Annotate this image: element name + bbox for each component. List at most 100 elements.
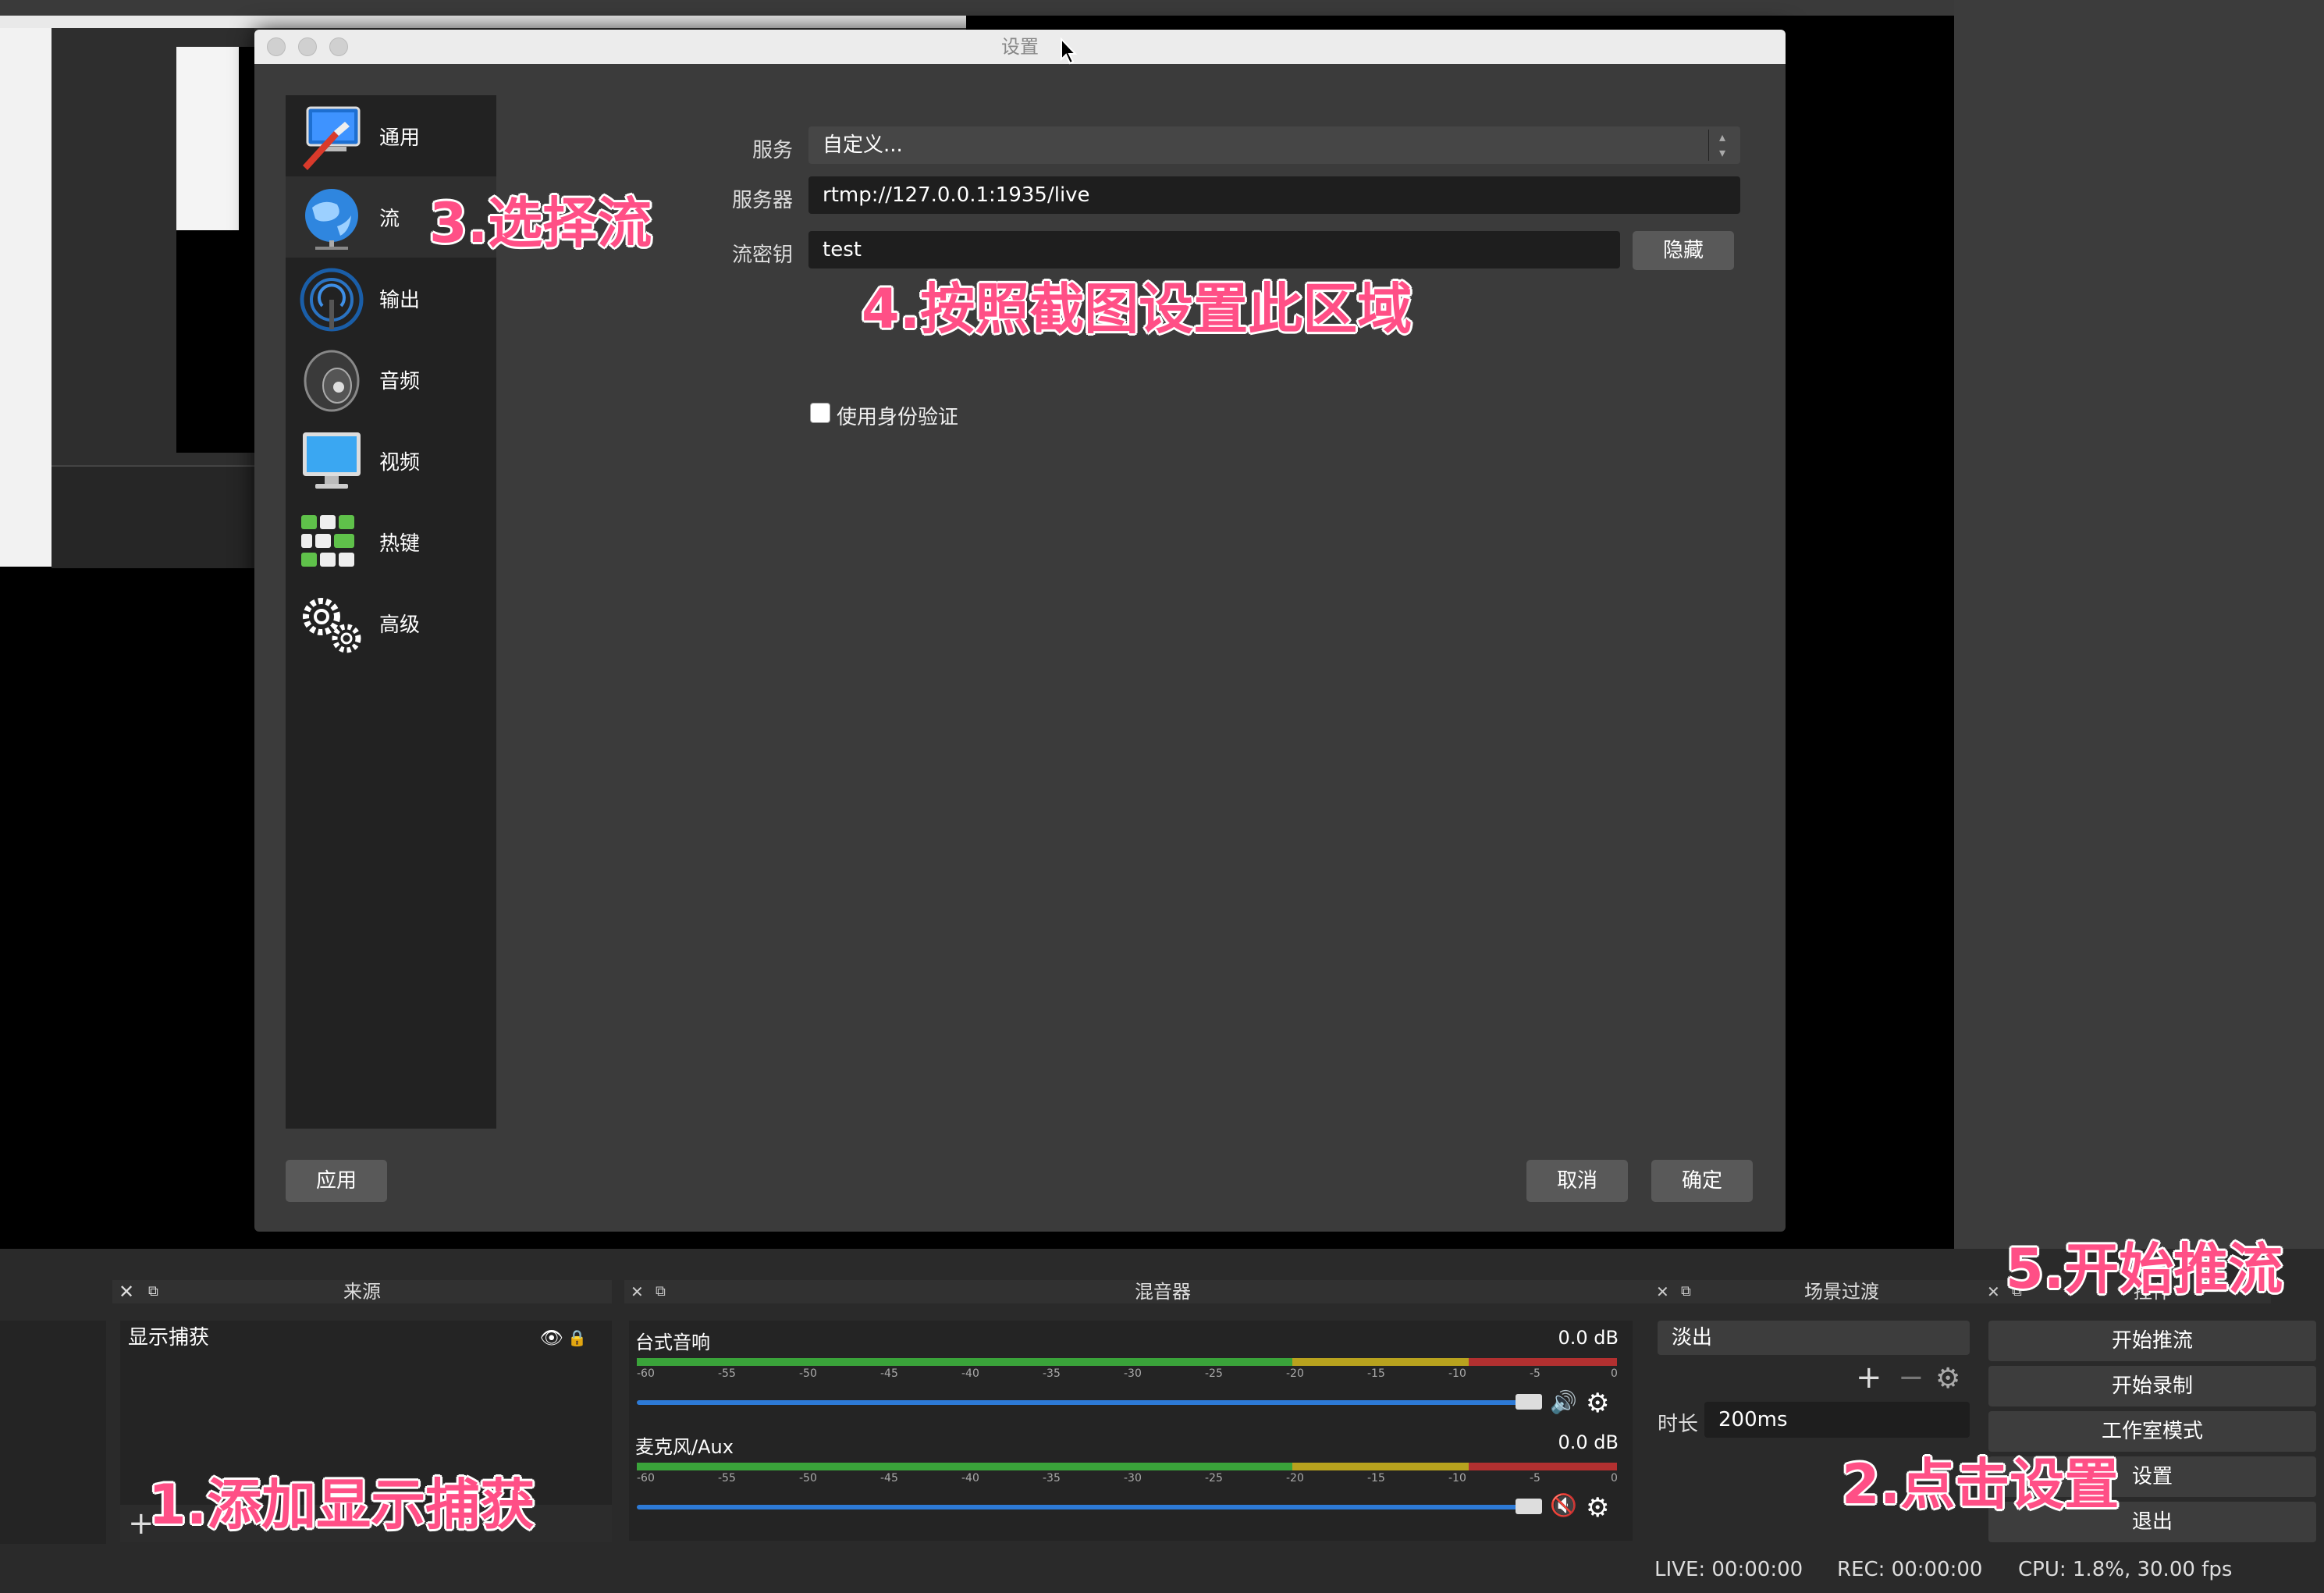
apply-button[interactable]: 应用 [286,1160,387,1202]
stream-key-input[interactable]: test [808,231,1620,268]
scale-tick: -30 [1124,1367,1142,1380]
scenes-dock [0,1321,106,1544]
volume-slider-handle[interactable] [1516,1499,1542,1514]
scale-tick: -60 [637,1472,655,1485]
volume-slider-handle[interactable] [1516,1394,1542,1410]
scale-tick: -45 [880,1367,898,1380]
scale-tick: 0 [1611,1367,1618,1380]
hide-key-button[interactable]: 隐藏 [1633,231,1734,270]
category-output[interactable]: 输出 [286,258,496,339]
add-transition-button[interactable]: + [1856,1360,1882,1396]
scale-tick: -25 [1205,1472,1223,1485]
captured-obs-docks [52,465,254,568]
server-label: 服务器 [731,189,793,212]
category-label: 音频 [379,370,421,393]
mixer-panel: 台式音响 0.0 dB -60 -55 -50 -45 -40 -35 -30 … [629,1321,1633,1541]
annotation-step5: 5.开始推流 [2006,1237,2283,1301]
scale-tick: -15 [1367,1472,1385,1485]
category-label: 流 [379,208,400,231]
category-video[interactable]: 视频 [286,420,496,501]
scale-tick: -5 [1530,1472,1540,1485]
preview-side-area [1954,0,2324,1249]
scale-tick: 0 [1611,1472,1618,1485]
scale-tick: -40 [961,1367,979,1380]
category-audio[interactable]: 音频 [286,339,496,420]
level-meter-red [1469,1358,1617,1366]
scale-tick: -35 [1043,1472,1061,1485]
ok-button[interactable]: 确定 [1651,1160,1753,1202]
captured-obs-document [176,47,239,230]
transition-select-value: 淡出 [1672,1326,1713,1349]
stream-globe-icon [305,189,358,250]
service-select[interactable]: 自定义... ▴ ▾ [808,126,1740,164]
start-recording-button[interactable]: 开始录制 [1988,1366,2316,1406]
remove-transition-button[interactable]: − [1898,1360,1924,1396]
level-meter-red [1469,1463,1617,1470]
scale-tick: -25 [1205,1367,1223,1380]
scale-tick: -35 [1043,1367,1061,1380]
category-label: 高级 [379,613,421,637]
scale-tick: -50 [799,1472,817,1485]
category-label: 热键 [379,532,421,556]
live-timer: LIVE: 00:00:00 [1654,1558,1803,1581]
scale-tick: -10 [1448,1367,1466,1380]
channel-name: 麦克风/Aux [635,1436,734,1458]
level-meter-green [637,1463,1292,1470]
meter-scale: -60 -55 -50 -45 -40 -35 -30 -25 -20 -15 … [637,1367,1620,1383]
auth-checkbox[interactable] [810,403,830,423]
server-input[interactable]: rtmp://127.0.0.1:1935/live [808,176,1740,214]
annotation-step4: 4.按照截图设置此区域 [862,277,1413,341]
transition-gear-icon[interactable]: ⚙ [1935,1363,1960,1395]
duration-input[interactable]: 200ms [1704,1402,1970,1438]
scale-tick: -45 [880,1472,898,1485]
hotkeys-keyboard-icon [301,515,354,567]
channel-name: 台式音响 [635,1332,710,1353]
level-meter-yellow [1292,1358,1469,1366]
category-general[interactable]: 通用 [286,95,496,176]
source-item-label: 显示捕获 [128,1326,210,1349]
scale-tick: -30 [1124,1472,1142,1485]
muted-speaker-icon[interactable]: 🔇 [1550,1492,1577,1518]
scale-tick: -40 [961,1472,979,1485]
advanced-gears-icon [303,598,361,653]
scale-tick: -55 [718,1367,736,1380]
meter-scale: -60 -55 -50 -45 -40 -35 -30 -25 -20 -15 … [637,1472,1620,1488]
scale-tick: -5 [1530,1367,1540,1380]
sources-dock-title: 来源 [343,1281,381,1303]
service-select-value: 自定义... [823,133,903,157]
speaker-icon[interactable]: 🔊 [1550,1389,1577,1415]
general-icon [303,106,361,170]
volume-slider[interactable] [637,1505,1542,1509]
transition-select[interactable]: 淡出 [1658,1321,1970,1355]
dialog-title: 设置 [1001,36,1039,58]
cpu-fps-status: CPU: 1.8%, 30.00 fps [2018,1558,2233,1581]
volume-slider[interactable] [637,1400,1542,1405]
audio-speaker-icon [304,350,360,412]
start-streaming-button[interactable]: 开始推流 [1988,1321,2316,1361]
scale-tick: -50 [799,1367,817,1380]
eye-icon[interactable]: 👁 [540,1322,563,1353]
annotation-step3: 3.选择流 [429,191,652,255]
video-monitor-icon [303,432,361,489]
mixer-dock-title: 混音器 [1135,1281,1191,1303]
transitions-dock-title: 场景过渡 [1804,1281,1879,1303]
cancel-button[interactable]: 取消 [1526,1160,1628,1202]
captured-menubar [0,16,966,28]
gear-icon[interactable]: ⚙ [1586,1492,1609,1524]
rec-timer: REC: 00:00:00 [1837,1558,1983,1581]
scale-tick: -55 [718,1472,736,1485]
level-meter-yellow [1292,1463,1469,1470]
gear-icon[interactable]: ⚙ [1586,1388,1609,1419]
output-icon [300,268,364,332]
category-hotkeys[interactable]: 热键 [286,501,496,582]
category-advanced[interactable]: 高级 [286,582,496,663]
channel-db: 0.0 dB [1558,1431,1619,1453]
annotation-step2: 2.点击设置 [1842,1453,2120,1517]
lock-icon[interactable]: 🔒 [567,1322,587,1353]
duration-label: 时长 [1658,1413,1699,1436]
source-item[interactable]: 显示捕获 👁 🔒 [128,1322,604,1353]
scale-tick: -20 [1286,1367,1304,1380]
mouse-cursor-icon [1061,37,1078,65]
service-label: 服务 [752,139,793,162]
category-label: 输出 [379,289,421,312]
